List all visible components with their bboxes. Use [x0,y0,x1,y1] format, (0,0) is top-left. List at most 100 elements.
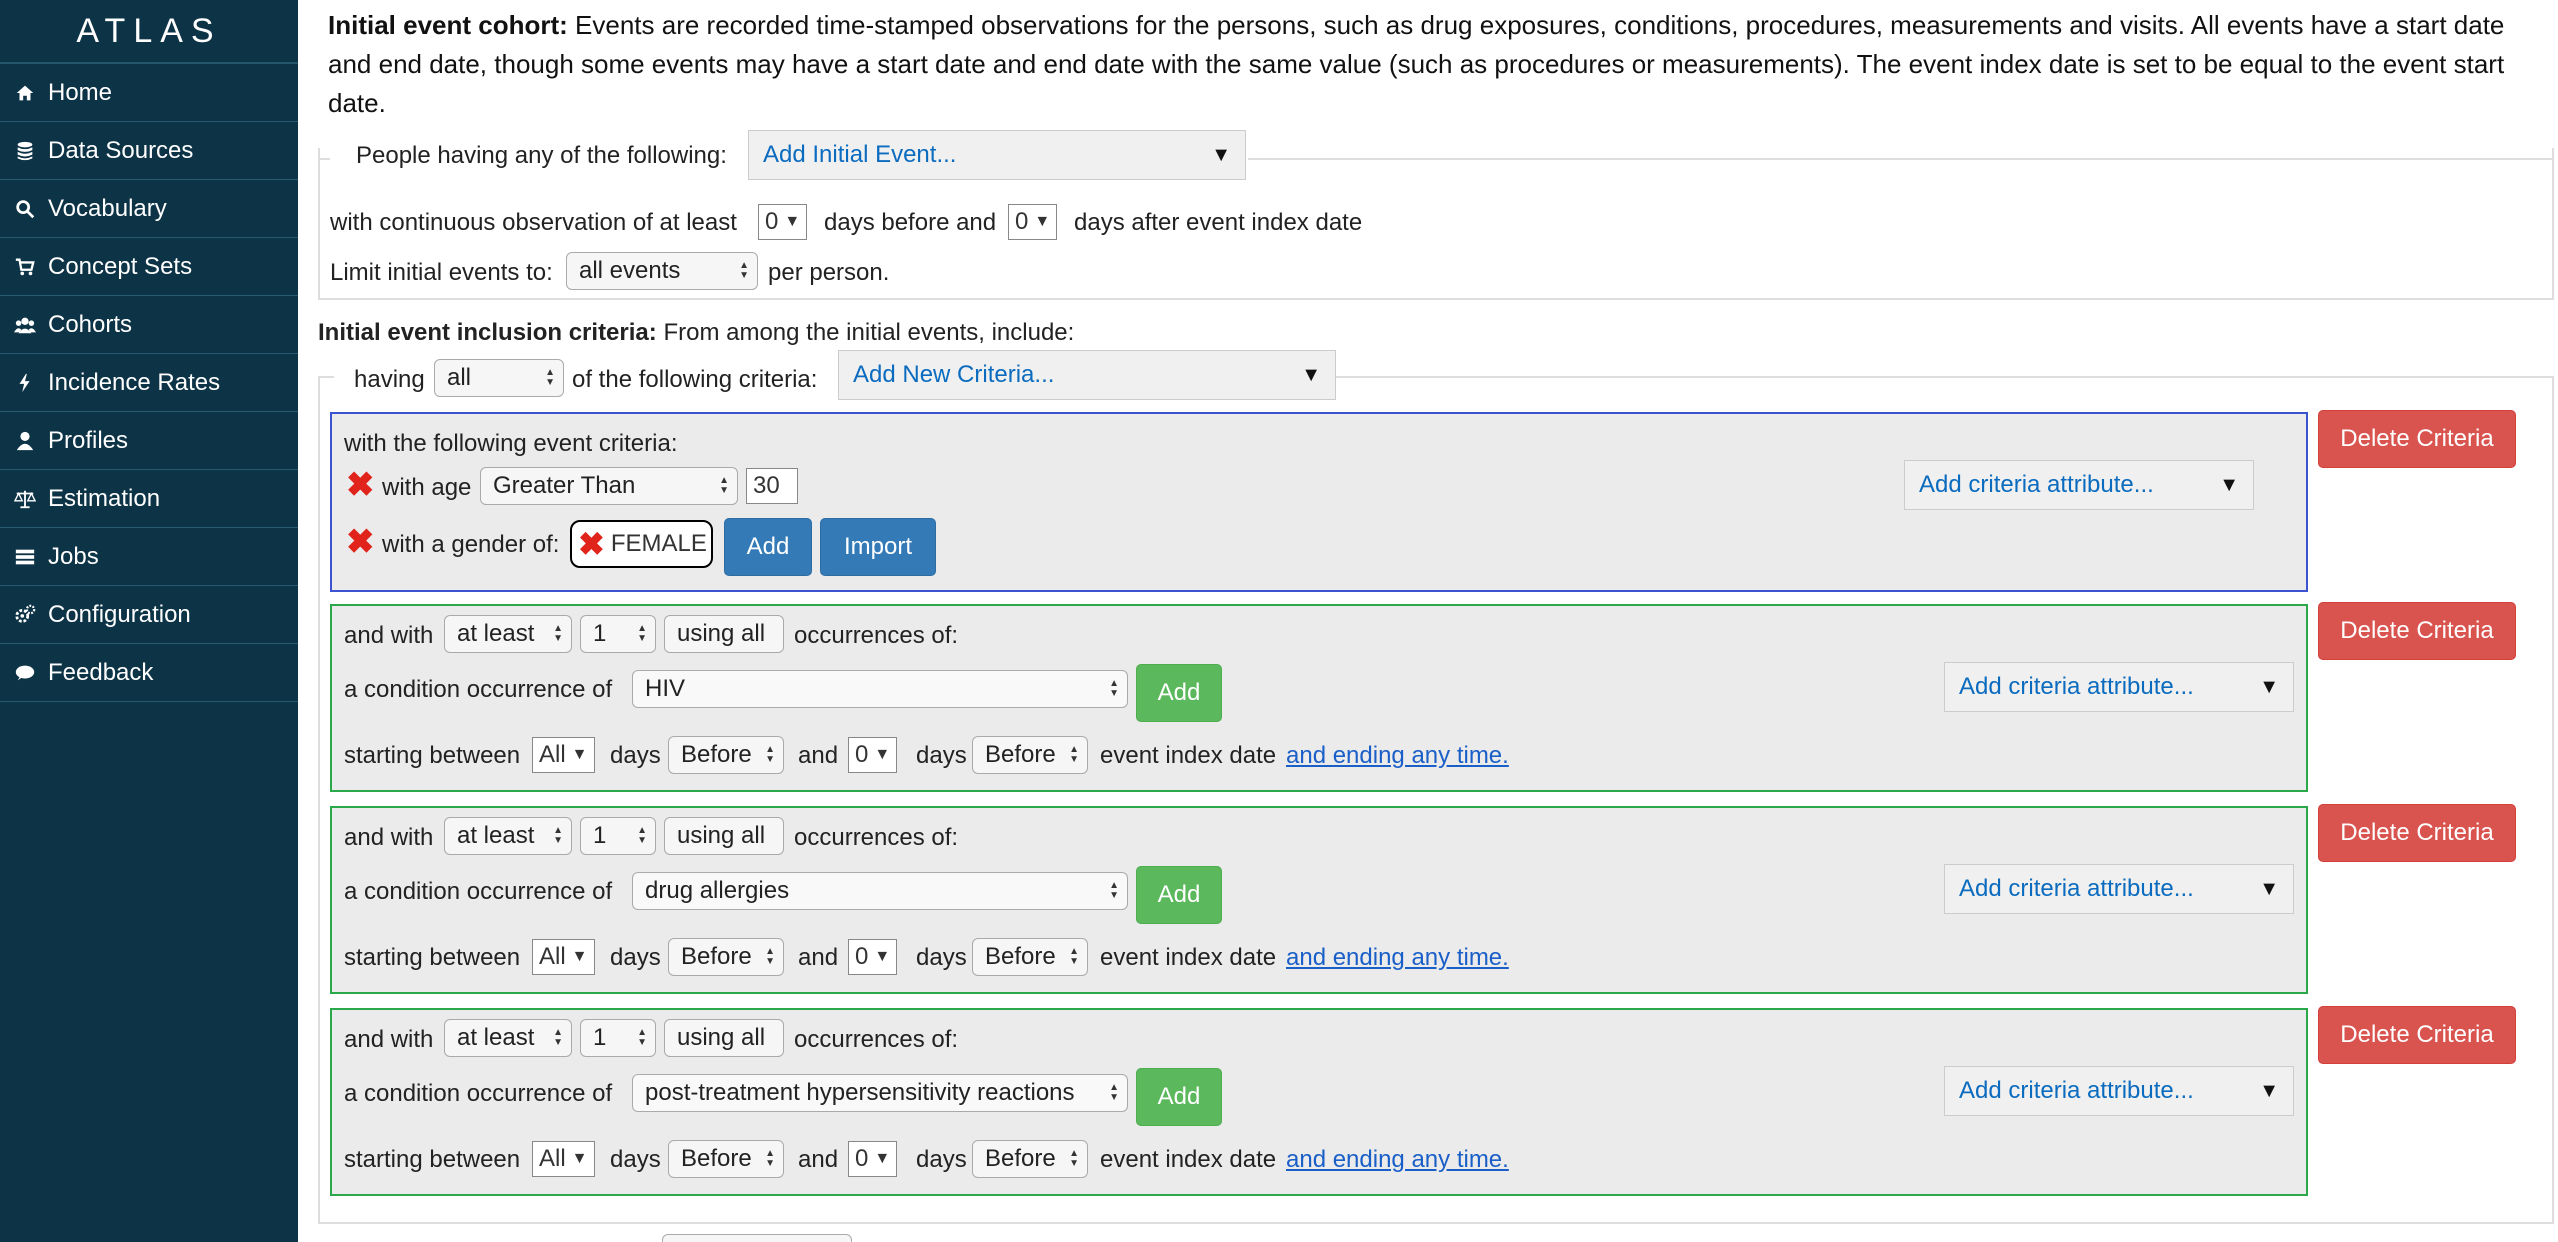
add-criteria-attribute-label: Add criteria attribute... [1959,875,2194,902]
caret-down-icon: ▼ [1034,213,1051,230]
before-select-1[interactable]: Before ▲ ▼ [668,938,784,976]
count-select[interactable]: 1 ▲ ▼ [580,615,656,653]
select-arrows-icon: ▲ ▼ [553,623,563,644]
people-having-label: People having any of the following: [356,142,727,169]
before-select-1[interactable]: Before ▲ ▼ [668,1140,784,1178]
criteria-group-post-treatment: and with at least ▲ ▼ 1 ▲ ▼ using all occurr… [330,1008,2308,1196]
atlas-app: ATLAS Home Data Sources Vocabulary Conce… [0,0,2558,1242]
using-select[interactable]: using all [664,1019,784,1057]
ending-any-time-link[interactable]: and ending any time. [1286,742,1509,770]
add-criteria-attribute-dropdown[interactable]: Add criteria attribute... ▼ [1944,1066,2294,1116]
brand-logo[interactable]: ATLAS [0,0,298,64]
fieldset-line [318,376,334,378]
remove-token-icon[interactable]: ✖ [578,528,605,560]
delete-criteria-button[interactable]: Delete Criteria [2318,602,2516,660]
sidebar-item-label: Cohorts [48,310,133,338]
caret-down-icon: ▼ [2259,675,2279,698]
initial-event-description: Initial event cohort: Events are recorde… [328,6,2528,123]
add-concept-button[interactable]: Add [1136,664,1222,722]
limit-events-value: all events [579,257,681,284]
sidebar-item-profiles[interactable]: Profiles [0,412,298,470]
using-select[interactable]: using all [664,817,784,855]
days-after-select[interactable]: 0 ▼ [848,939,898,975]
partial-select-below[interactable] [662,1234,852,1242]
ending-any-time-link[interactable]: and ending any time. [1286,944,1509,972]
remove-age-icon[interactable]: ✖ [346,468,375,502]
and-label: and [798,742,839,769]
concept-set-value: HIV [645,675,686,702]
add-criteria-attribute-dropdown[interactable]: Add criteria attribute... ▼ [1904,460,2254,510]
before-value-2: Before [985,1145,1056,1172]
add-criteria-attribute-label: Add criteria attribute... [1919,471,2154,498]
sidebar-item-label: Estimation [48,484,161,512]
delete-criteria-button[interactable]: Delete Criteria [2318,410,2516,468]
days-before-select[interactable]: All ▼ [532,737,595,773]
search-icon [14,198,36,220]
days-label: days [610,742,661,769]
concept-set-select[interactable]: drug allergies ▲ ▼ [632,872,1128,910]
before-value-1: Before [681,741,752,768]
occurrences-label: occurrences of: [794,622,959,649]
event-criteria-heading: with the following event criteria: [344,430,678,457]
cohort-definition-editor: Initial event cohort: Events are recorde… [298,0,2558,1242]
before-select-1[interactable]: Before ▲ ▼ [668,736,784,774]
sidebar-item-configuration[interactable]: Configuration [0,586,298,644]
select-arrows-icon: ▲ ▼ [1109,880,1119,901]
days-after-select[interactable]: 0 ▼ [848,1141,898,1177]
concept-set-select[interactable]: post-treatment hypersensitivity reaction… [632,1074,1128,1112]
days-after-select[interactable]: 0 ▼ [848,737,898,773]
add-criteria-attribute-dropdown[interactable]: Add criteria attribute... ▼ [1944,662,2294,712]
occurrences-label: occurrences of: [794,1026,959,1053]
inclusion-criteria-title: Initial event inclusion criteria: [318,319,657,346]
count-select[interactable]: 1 ▲ ▼ [580,1019,656,1057]
before-select-2[interactable]: Before ▲ ▼ [972,1140,1088,1178]
remove-gender-icon[interactable]: ✖ [346,525,375,559]
sidebar-item-label: Data Sources [48,136,194,164]
days-before-select[interactable]: All ▼ [532,1141,595,1177]
age-value-input[interactable]: 30 [746,468,798,504]
using-select[interactable]: using all [664,615,784,653]
fieldset-line [1336,376,2554,378]
add-concept-button[interactable]: Add [1136,1068,1222,1126]
observation-before-select[interactable]: 0 ▼ [758,204,808,240]
count-operator-select[interactable]: at least ▲ ▼ [444,817,572,855]
sidebar-item-feedback[interactable]: Feedback [0,644,298,702]
sidebar-item-data-sources[interactable]: Data Sources [0,122,298,180]
count-operator-select[interactable]: at least ▲ ▼ [444,1019,572,1057]
delete-criteria-button[interactable]: Delete Criteria [2318,1006,2516,1064]
delete-criteria-button[interactable]: Delete Criteria [2318,804,2516,862]
sidebar-item-home[interactable]: Home [0,64,298,122]
concept-set-select[interactable]: HIV ▲ ▼ [632,670,1128,708]
balance-scale-icon [14,488,36,510]
sidebar-item-jobs[interactable]: Jobs [0,528,298,586]
before-select-2[interactable]: Before ▲ ▼ [972,938,1088,976]
event-index-date-label: event index date [1100,742,1277,769]
users-icon [14,314,36,336]
concept-set-value: drug allergies [645,877,790,904]
sidebar-item-concept-sets[interactable]: Concept Sets [0,238,298,296]
sidebar-item-vocabulary[interactable]: Vocabulary [0,180,298,238]
sidebar-item-estimation[interactable]: Estimation [0,470,298,528]
age-operator-select[interactable]: Greater Than ▲ ▼ [480,467,738,505]
initial-event-title: Initial event cohort: [328,10,568,40]
add-concept-button[interactable]: Add [1136,866,1222,924]
add-criteria-attribute-dropdown[interactable]: Add criteria attribute... ▼ [1944,864,2294,914]
days-before-select[interactable]: All ▼ [532,939,595,975]
count-select[interactable]: 1 ▲ ▼ [580,817,656,855]
observation-after-select[interactable]: 0 ▼ [1008,204,1058,240]
sidebar-item-cohorts[interactable]: Cohorts [0,296,298,354]
limit-events-select[interactable]: all events ▲ ▼ [566,252,758,290]
inclusion-criteria-subtitle: From among the initial events, include: [663,319,1075,346]
having-select[interactable]: all ▲ ▼ [434,359,564,397]
sidebar-item-incidence-rates[interactable]: Incidence Rates [0,354,298,412]
before-select-2[interactable]: Before ▲ ▼ [972,736,1088,774]
count-operator-select[interactable]: at least ▲ ▼ [444,615,572,653]
having-value: all [447,364,472,391]
add-initial-event-dropdown[interactable]: Add Initial Event... ▼ [748,130,1246,180]
add-gender-button[interactable]: Add [724,518,812,576]
add-new-criteria-dropdown[interactable]: Add New Criteria... ▼ [838,350,1336,400]
ending-any-time-link[interactable]: and ending any time. [1286,1146,1509,1174]
import-gender-button[interactable]: Import [820,518,936,576]
cogs-icon [14,604,36,626]
caret-down-icon: ▼ [874,746,891,763]
